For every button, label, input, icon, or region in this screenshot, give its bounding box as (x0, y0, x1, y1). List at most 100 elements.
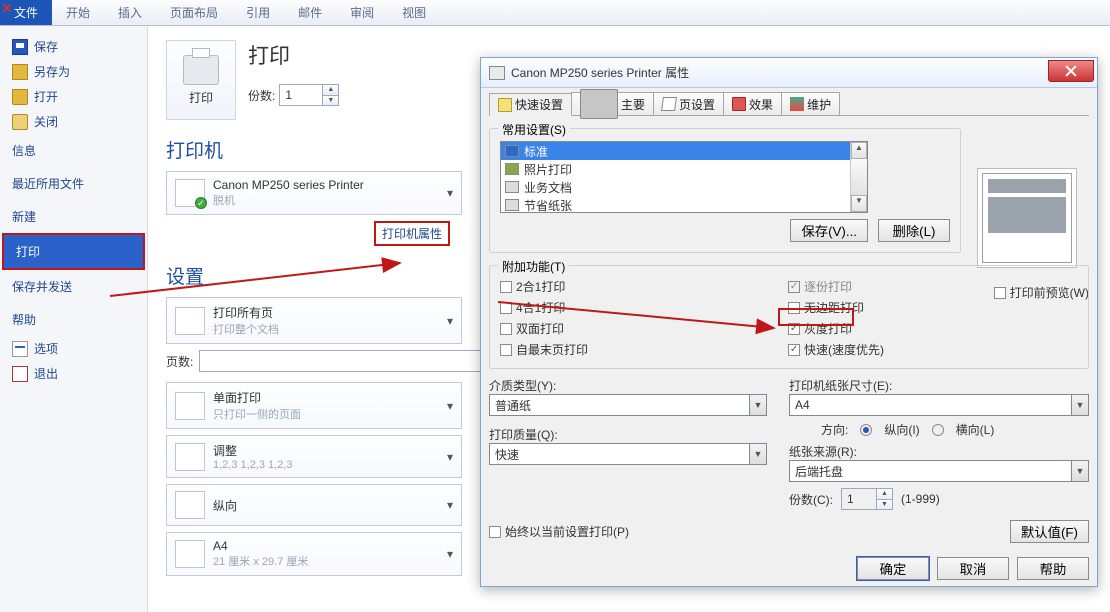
copies-label: 份数: (248, 87, 275, 104)
ribbon-tab-refs[interactable]: 引用 (232, 0, 284, 25)
sidebar-info[interactable]: 信息 (0, 134, 147, 167)
ribbon-file-tab[interactable]: 文件 (0, 0, 52, 25)
four-in-one-label: 4合1打印 (516, 299, 565, 316)
portrait-icon (175, 491, 205, 519)
sidebar-new[interactable]: 新建 (0, 200, 147, 233)
fast-checkbox[interactable] (788, 344, 800, 356)
sidebar-print[interactable]: 打印 (2, 233, 145, 270)
dialog-title-text: Canon MP250 series Printer 属性 (511, 64, 689, 81)
paper-source-label: 纸张来源(R): (789, 443, 1089, 460)
printer-properties-link[interactable]: 打印机属性 (374, 221, 450, 246)
tab-quick-setup[interactable]: 快速设置 (489, 93, 572, 116)
tab-page-setup[interactable]: 页设置 (653, 92, 724, 115)
media-combo[interactable]: 普通纸▼ (489, 394, 767, 416)
options-icon (12, 341, 28, 357)
portrait-radio-label: 纵向(I) (884, 421, 919, 438)
list-item-photo[interactable]: 照片打印 (501, 160, 850, 178)
main-tab-icon (580, 89, 618, 119)
sidebar-options[interactable]: 选项 (0, 336, 147, 361)
ok-button[interactable]: 确定 (857, 557, 929, 580)
copies-dlg-spinner[interactable]: 1▲▼ (841, 488, 893, 510)
print-range-selector[interactable]: 打印所有页打印整个文档 (166, 297, 462, 344)
list-item-save-paper[interactable]: 节省纸张 (501, 196, 850, 213)
tab-effects[interactable]: 效果 (723, 92, 782, 115)
last-first-checkbox[interactable] (500, 344, 512, 356)
dialog-printer-icon (489, 66, 505, 80)
list-scrollbar[interactable]: ▲▼ (850, 142, 867, 212)
dialog-close-button[interactable] (1048, 60, 1094, 82)
paper-size-selector[interactable]: A421 厘米 x 29.7 厘米 (166, 532, 462, 576)
duplex-label: 双面打印 (516, 320, 564, 337)
duplex-checkbox[interactable] (500, 323, 512, 335)
portrait-radio[interactable] (860, 424, 872, 436)
help-button[interactable]: 帮助 (1017, 557, 1089, 580)
dialog-tabs: 快速设置 主要 页设置 效果 维护 (489, 92, 1089, 116)
dialog-titlebar[interactable]: Canon MP250 series Printer 属性 (481, 58, 1097, 88)
sidebar-exit[interactable]: 退出 (0, 361, 147, 386)
paper-size-combo[interactable]: A4▼ (789, 394, 1089, 416)
sidebar-save[interactable]: 保存 (0, 34, 147, 59)
common-settings-label: 常用设置(S) (498, 121, 570, 138)
save-as-icon (12, 64, 28, 80)
two-in-one-checkbox[interactable] (500, 281, 512, 293)
sidebar-save-send[interactable]: 保存并发送 (0, 270, 147, 303)
printer-status-icon: ✓ (175, 179, 205, 207)
sidebar-close[interactable]: 关闭 (0, 109, 147, 134)
print-button[interactable]: 打印 (166, 40, 236, 120)
ribbon-tab-home[interactable]: 开始 (52, 0, 104, 25)
always-current-label: 始终以当前设置打印(P) (505, 523, 629, 540)
defaults-button[interactable]: 默认值(F) (1010, 520, 1089, 543)
collate-selector[interactable]: 调整1,2,3 1,2,3 1,2,3 (166, 435, 462, 478)
collated-label: 逐份打印 (804, 278, 852, 295)
list-item-business[interactable]: 业务文档 (501, 178, 850, 196)
landscape-radio[interactable] (932, 424, 944, 436)
page-icon (661, 97, 677, 111)
ribbon-bar: 文件 开始 插入 页面布局 引用 邮件 审阅 视图 (0, 0, 1110, 26)
page-preview (977, 168, 1077, 268)
ribbon-tab-review[interactable]: 审阅 (336, 0, 388, 25)
maint-icon (790, 97, 804, 111)
open-icon (12, 89, 28, 105)
sidebar-help[interactable]: 帮助 (0, 303, 147, 336)
pages-icon (175, 307, 205, 335)
sidebar-save-as[interactable]: 另存为 (0, 59, 147, 84)
landscape-radio-label: 横向(L) (956, 421, 995, 438)
a4-icon (175, 540, 205, 568)
printer-icon (183, 55, 219, 85)
collated-checkbox[interactable] (788, 281, 800, 293)
exit-icon (12, 366, 28, 382)
media-label: 介质类型(Y): (489, 377, 767, 394)
ribbon-tab-layout[interactable]: 页面布局 (156, 0, 232, 25)
orientation-selector[interactable]: 纵向 (166, 484, 462, 526)
cancel-button[interactable]: 取消 (937, 557, 1009, 580)
copies-spinner[interactable]: 1▲▼ (279, 84, 339, 106)
list-item-standard[interactable]: 标准 (501, 142, 850, 160)
source-combo[interactable]: 后端托盘▼ (789, 460, 1089, 482)
print-title: 打印 (248, 40, 339, 70)
one-side-icon (175, 392, 205, 420)
copies-range: (1-999) (901, 492, 940, 506)
tab-maintenance[interactable]: 维护 (781, 92, 840, 115)
ribbon-tab-insert[interactable]: 插入 (104, 0, 156, 25)
quality-combo[interactable]: 快速▼ (489, 443, 767, 465)
sidebar-recent[interactable]: 最近所用文件 (0, 167, 147, 200)
pages-label: 页数: (166, 353, 193, 370)
features-label: 附加功能(T) (498, 258, 569, 275)
paper-size-label: 打印机纸张尺寸(E): (789, 377, 1089, 394)
quality-label: 打印质量(Q): (489, 426, 767, 443)
ribbon-tab-view[interactable]: 视图 (388, 0, 440, 25)
orientation-label: 方向: (821, 421, 848, 438)
savepaper-icon (505, 199, 519, 211)
sides-selector[interactable]: 单面打印只打印一侧的页面 (166, 382, 462, 429)
save-preset-button[interactable]: 保存(V)... (790, 219, 868, 242)
ribbon-tab-mail[interactable]: 邮件 (284, 0, 336, 25)
always-current-checkbox[interactable] (489, 526, 501, 538)
printer-selector[interactable]: ✓ Canon MP250 series Printer脱机 (166, 171, 462, 215)
common-settings-list[interactable]: 标准 照片打印 业务文档 节省纸张 ▲▼ (500, 141, 868, 213)
delete-preset-button[interactable]: 删除(L) (878, 219, 950, 242)
annotation-grayscale-highlight (778, 308, 854, 326)
std-icon (505, 145, 519, 157)
tab-main[interactable]: 主要 (571, 92, 654, 115)
four-in-one-checkbox[interactable] (500, 302, 512, 314)
sidebar-open[interactable]: 打开 (0, 84, 147, 109)
